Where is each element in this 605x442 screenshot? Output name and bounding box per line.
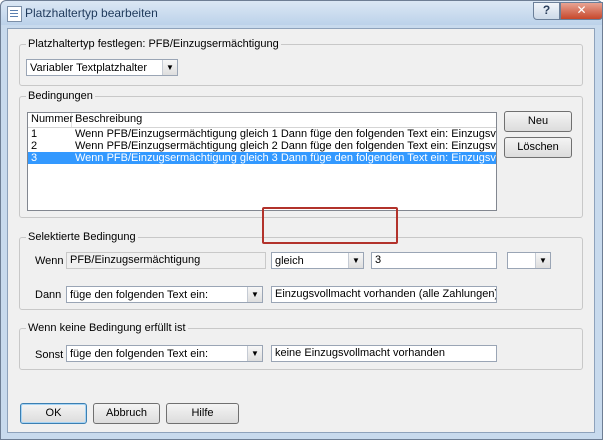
- chevron-down-icon[interactable]: ▼: [162, 60, 177, 75]
- operator-value: gleich: [275, 255, 304, 267]
- condition-description: Wenn PFB/Einzugsermächtigung gleich 2 Da…: [75, 140, 496, 152]
- ok-button[interactable]: OK: [20, 403, 87, 424]
- delete-condition-button[interactable]: Löschen: [504, 137, 572, 158]
- selected-condition-group-label: Selektierte Bedingung: [26, 231, 138, 243]
- wenn-field-readonly: PFB/Einzugsermächtigung: [66, 252, 266, 269]
- conditions-group-label: Bedingungen: [26, 90, 95, 102]
- window-title: Platzhaltertyp bearbeiten: [25, 6, 158, 20]
- chevron-down-icon[interactable]: ▼: [247, 346, 262, 361]
- dann-action-value: füge den folgenden Text ein:: [70, 289, 209, 301]
- cancel-button[interactable]: Abbruch: [93, 403, 160, 424]
- extra-value-select[interactable]: ▼: [507, 252, 551, 269]
- sonst-action-select[interactable]: füge den folgenden Text ein: ▼: [66, 345, 263, 362]
- dann-label: Dann: [35, 289, 62, 301]
- highlight-box: [262, 207, 398, 244]
- sonst-text-input[interactable]: keine Einzugsvollmacht vorhanden: [271, 345, 497, 362]
- chevron-down-icon[interactable]: ▼: [247, 287, 262, 302]
- dann-text-input[interactable]: Einzugsvollmacht vorhanden (alle Zahlung…: [271, 286, 497, 303]
- titlebar-close-button[interactable]: ✕: [560, 2, 603, 20]
- else-group-label: Wenn keine Bedingung erfüllt ist: [26, 322, 188, 334]
- condition-row-selected[interactable]: 3 Wenn PFB/Einzugsermächtigung gleich 3 …: [28, 152, 496, 164]
- condition-description: Wenn PFB/Einzugsermächtigung gleich 1 Da…: [75, 128, 496, 140]
- placeholder-type-value: Variabler Textplatzhalter: [30, 62, 147, 74]
- conditions-list-header: Nummer Beschreibung: [28, 113, 496, 128]
- wenn-label: Wenn: [35, 255, 64, 267]
- column-header-description[interactable]: Beschreibung: [72, 113, 496, 127]
- new-condition-button[interactable]: Neu: [504, 111, 572, 132]
- condition-value-input[interactable]: 3: [371, 252, 497, 269]
- chevron-down-icon[interactable]: ▼: [348, 253, 363, 268]
- dann-action-select[interactable]: füge den folgenden Text ein: ▼: [66, 286, 263, 303]
- column-header-number[interactable]: Nummer: [28, 113, 73, 127]
- condition-number: 2: [31, 140, 38, 152]
- help-icon: ?: [542, 3, 551, 17]
- conditions-list[interactable]: Nummer Beschreibung 1 Wenn PFB/Einzugser…: [27, 112, 497, 211]
- condition-number: 3: [31, 152, 38, 164]
- condition-description: Wenn PFB/Einzugsermächtigung gleich 3 Da…: [75, 152, 496, 164]
- titlebar-help-button[interactable]: ?: [533, 2, 560, 20]
- condition-row[interactable]: 2 Wenn PFB/Einzugsermächtigung gleich 2 …: [28, 140, 496, 152]
- condition-row[interactable]: 1 Wenn PFB/Einzugsermächtigung gleich 1 …: [28, 128, 496, 140]
- dialog-app-icon: [7, 6, 22, 22]
- sonst-action-value: füge den folgenden Text ein:: [70, 348, 209, 360]
- placeholder-type-group-label: Platzhaltertyp festlegen: PFB/Einzugserm…: [26, 38, 281, 50]
- close-icon: ✕: [576, 3, 587, 17]
- condition-number: 1: [31, 128, 38, 140]
- operator-select[interactable]: gleich ▼: [271, 252, 364, 269]
- chevron-down-icon[interactable]: ▼: [535, 253, 550, 268]
- placeholder-type-select[interactable]: Variabler Textplatzhalter ▼: [26, 59, 178, 76]
- title-bar[interactable]: Platzhaltertyp bearbeiten ? ✕: [1, 1, 603, 25]
- sonst-label: Sonst: [35, 349, 64, 361]
- help-button[interactable]: Hilfe: [166, 403, 239, 424]
